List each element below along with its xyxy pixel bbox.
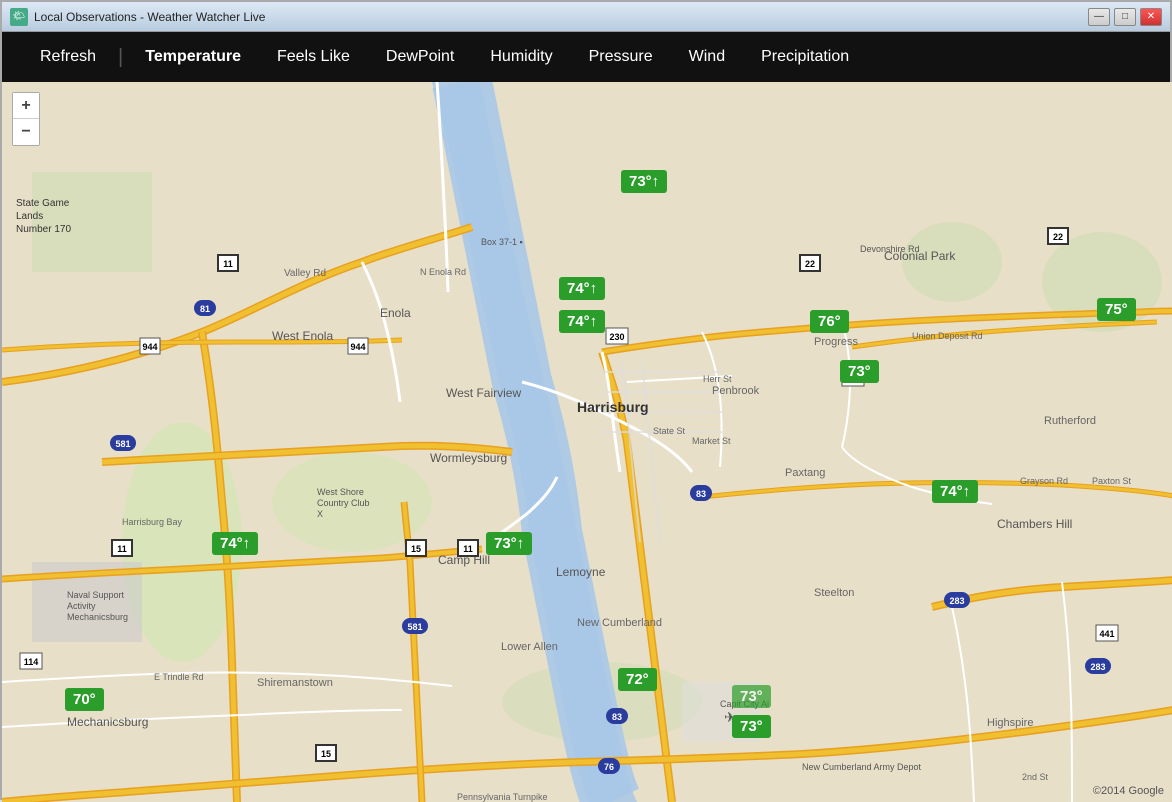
- temp-badge-t6[interactable]: 74°↑: [932, 480, 978, 503]
- temp-badge-t1[interactable]: 74°↑: [559, 277, 605, 300]
- svg-text:Chambers Hill: Chambers Hill: [997, 517, 1072, 531]
- app-icon: 🌤: [10, 8, 28, 26]
- map-attribution: ©2014 Google: [1093, 785, 1164, 797]
- toolbar-humidity[interactable]: Humidity: [472, 32, 570, 82]
- svg-text:Lemoyne: Lemoyne: [556, 565, 606, 579]
- svg-text:581: 581: [407, 622, 422, 632]
- toolbar-temperature[interactable]: Temperature: [127, 32, 259, 82]
- svg-text:Market St: Market St: [692, 436, 731, 446]
- svg-text:15: 15: [321, 749, 331, 759]
- map-label-state-game-lands: State GameLandsNumber 170: [16, 197, 71, 236]
- close-button[interactable]: ✕: [1140, 8, 1162, 26]
- svg-text:Country Club: Country Club: [317, 498, 370, 508]
- svg-text:West Enola: West Enola: [272, 329, 333, 343]
- svg-text:581: 581: [115, 439, 130, 449]
- toolbar-divider: |: [114, 46, 127, 69]
- toolbar: Refresh | Temperature Feels Like DewPoin…: [2, 32, 1170, 82]
- svg-text:New Cumberland Army Depot: New Cumberland Army Depot: [802, 762, 922, 772]
- toolbar-precipitation[interactable]: Precipitation: [743, 32, 867, 82]
- svg-text:Steelton: Steelton: [814, 587, 854, 599]
- temp-badge-t10b[interactable]: 73°: [732, 685, 771, 708]
- svg-text:944: 944: [350, 342, 365, 352]
- svg-text:Shiremanstown: Shiremanstown: [257, 677, 333, 689]
- svg-text:West Shore: West Shore: [317, 487, 364, 497]
- svg-text:Harrisburg: Harrisburg: [577, 399, 649, 415]
- svg-text:Union Deposit Rd: Union Deposit Rd: [912, 331, 983, 341]
- toolbar-refresh[interactable]: Refresh: [22, 32, 114, 82]
- svg-text:Highspire: Highspire: [987, 717, 1033, 729]
- temp-badge-t8[interactable]: 73°↑: [486, 532, 532, 555]
- temp-badge-t4[interactable]: 75°: [1097, 298, 1136, 321]
- temp-badge-t13[interactable]: 73°↑: [621, 170, 667, 193]
- temp-badge-t9[interactable]: 72°: [618, 668, 657, 691]
- svg-text:230: 230: [609, 332, 624, 342]
- svg-text:E Trindle Rd: E Trindle Rd: [154, 672, 204, 682]
- svg-text:Penbrook: Penbrook: [712, 385, 760, 397]
- svg-text:Valley Rd: Valley Rd: [284, 268, 326, 279]
- svg-text:Paxton St: Paxton St: [1092, 476, 1132, 486]
- svg-text:Grayson Rd: Grayson Rd: [1020, 476, 1068, 486]
- map-controls: + −: [12, 92, 40, 146]
- svg-text:Progress: Progress: [814, 336, 859, 348]
- svg-text:283: 283: [1090, 662, 1105, 672]
- svg-text:283: 283: [949, 596, 964, 606]
- svg-text:83: 83: [612, 712, 622, 722]
- svg-text:83: 83: [696, 489, 706, 499]
- temp-badge-t2[interactable]: 74°↑: [559, 310, 605, 333]
- svg-text:2nd St: 2nd St: [1022, 772, 1049, 782]
- temp-badge-t10[interactable]: 73°: [732, 715, 771, 738]
- toolbar-dewpoint[interactable]: DewPoint: [368, 32, 472, 82]
- svg-text:X: X: [317, 509, 323, 519]
- svg-text:Pennsylvania Turnpike: Pennsylvania Turnpike: [457, 792, 548, 802]
- zoom-out-button[interactable]: −: [13, 119, 39, 145]
- svg-text:81: 81: [200, 304, 210, 314]
- svg-text:Box 37-1 ▪: Box 37-1 ▪: [481, 237, 523, 247]
- temp-badge-t11[interactable]: 70°: [65, 688, 104, 711]
- toolbar-wind[interactable]: Wind: [671, 32, 743, 82]
- titlebar-left: 🌤 Local Observations - Weather Watcher L…: [10, 8, 265, 26]
- temp-badge-t5[interactable]: 73°: [840, 360, 879, 383]
- svg-text:22: 22: [1053, 232, 1063, 242]
- svg-text:944: 944: [142, 342, 157, 352]
- minimize-button[interactable]: —: [1088, 8, 1110, 26]
- svg-text:New Cumberland: New Cumberland: [577, 617, 662, 629]
- svg-text:Herr St: Herr St: [703, 374, 732, 384]
- svg-text:76: 76: [604, 762, 614, 772]
- svg-text:Mechanicsburg: Mechanicsburg: [67, 612, 128, 622]
- svg-text:11: 11: [463, 544, 473, 554]
- toolbar-feels-like[interactable]: Feels Like: [259, 32, 368, 82]
- map-container[interactable]: Harrisburg West Enola Enola West Fairvie…: [2, 82, 1172, 802]
- svg-text:Enola: Enola: [380, 306, 411, 320]
- temp-badge-t7[interactable]: 74°↑: [212, 532, 258, 555]
- svg-text:15: 15: [411, 544, 421, 554]
- svg-text:Rutherford: Rutherford: [1044, 415, 1096, 427]
- zoom-in-button[interactable]: +: [13, 93, 39, 119]
- svg-text:Paxtang: Paxtang: [785, 467, 825, 479]
- svg-text:Naval Support: Naval Support: [67, 590, 125, 600]
- maximize-button[interactable]: □: [1114, 8, 1136, 26]
- svg-text:Lower Allen: Lower Allen: [501, 641, 558, 653]
- titlebar: 🌤 Local Observations - Weather Watcher L…: [2, 2, 1170, 32]
- svg-text:22: 22: [805, 259, 815, 269]
- toolbar-pressure[interactable]: Pressure: [571, 32, 671, 82]
- temp-badge-t3[interactable]: 76°: [810, 310, 849, 333]
- svg-text:Harrisburg Bay: Harrisburg Bay: [122, 517, 183, 527]
- svg-text:N Enola Rd: N Enola Rd: [420, 267, 466, 277]
- svg-text:441: 441: [1099, 629, 1114, 639]
- svg-text:11: 11: [223, 259, 233, 269]
- svg-text:Activity: Activity: [67, 601, 96, 611]
- svg-text:West Fairview: West Fairview: [446, 386, 521, 400]
- svg-text:Mechanicsburg: Mechanicsburg: [67, 715, 148, 729]
- svg-text:114: 114: [24, 657, 39, 667]
- svg-text:Devonshire Rd: Devonshire Rd: [860, 244, 920, 254]
- svg-text:11: 11: [117, 544, 127, 554]
- svg-text:Wormleysburg: Wormleysburg: [430, 451, 507, 465]
- svg-text:State St: State St: [653, 426, 686, 436]
- titlebar-title: Local Observations - Weather Watcher Liv…: [34, 10, 265, 24]
- window-controls: — □ ✕: [1088, 8, 1162, 26]
